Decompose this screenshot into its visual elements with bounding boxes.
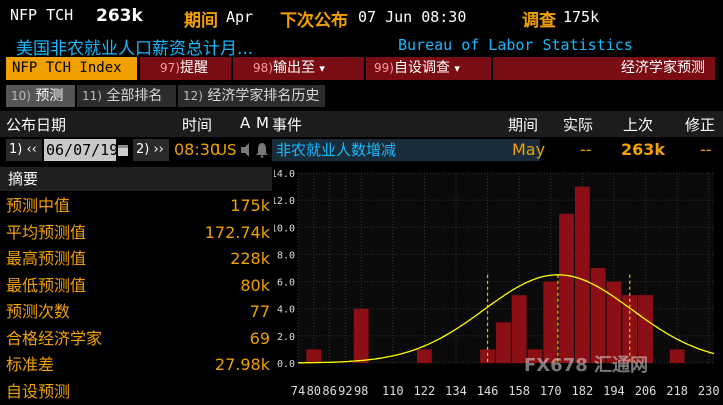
description-row: 美国非农就业人口薪资总计月... Bureau of Labor Statist… (0, 34, 723, 59)
tab-ranking-history[interactable]: 12) 经济学家排名历史 (178, 85, 326, 107)
x-tick-label: 86 (322, 384, 336, 398)
y-tick-label: 4.0 (277, 305, 295, 316)
summary-row: 标准差 27.98k (6, 355, 270, 374)
histogram-bar (511, 295, 527, 363)
histogram-svg: 0.0 2.0 4.0 6.0 8.0 10.0 12.0 14.0 7480869298 110… (271, 169, 720, 398)
watermark: FX678 汇通网 (524, 355, 648, 376)
event-country: US (216, 141, 237, 159)
custom-survey-button[interactable]: 99)自设调查 ▾ (366, 57, 492, 80)
bell-icon[interactable] (256, 139, 270, 161)
output-button[interactable]: 98)输出至 ▾ (233, 57, 365, 80)
chevron-down-icon: ▾ (454, 62, 460, 75)
ticker: NFP TCH (10, 6, 74, 24)
survey-label: 调查 (522, 11, 556, 31)
event-prior: 263k (621, 140, 666, 159)
histogram-bar (590, 268, 606, 363)
x-tick-label: 74 (291, 384, 305, 398)
col-actual: 实际 (563, 116, 594, 134)
x-tick-label: 170 (540, 384, 562, 398)
event-time: 08:30 (174, 140, 221, 159)
summary-row: 预测次数 77 (6, 302, 270, 321)
period-value: Apr (226, 8, 254, 26)
summary-title: 摘要 (0, 167, 272, 191)
histogram-bar (543, 281, 559, 363)
table-header: 公布日期 时间 A M 事件 期间 实际 上次 修正 (0, 111, 723, 137)
histogram-bar (638, 295, 653, 363)
y-tick-label: 14.0 (274, 169, 295, 180)
chevron-down-icon: ▾ (319, 62, 325, 75)
y-tick-label: 8.0 (277, 250, 295, 261)
histogram-bar (306, 349, 322, 363)
x-tick-label: 110 (382, 384, 404, 398)
x-tick-label: 194 (603, 384, 625, 398)
histogram-bar (495, 322, 511, 363)
summary-row: 最高预测值 228k (6, 249, 270, 268)
x-tick-label: 158 (508, 384, 530, 398)
x-tick-label: 230 (698, 384, 720, 398)
col-a: A (240, 114, 251, 132)
index-field[interactable]: NFP TCH Index (6, 57, 138, 80)
alert-button[interactable]: 97)提醒 (140, 57, 232, 80)
x-tick-label: 122 (414, 384, 436, 398)
survey-value: 175k (563, 8, 600, 26)
tab-bar: 10) 预测 11) 全部排名 12) 经济学家排名历史 (0, 84, 723, 108)
col-m: M (256, 114, 269, 132)
summary-row: 预测中值 175k (6, 196, 270, 215)
col-event: 事件 (272, 116, 303, 134)
header-row: NFP TCH 263k 期间 Apr 下次公布 07 Jun 08:30 调查… (0, 0, 723, 34)
source: Bureau of Labor Statistics (398, 36, 633, 54)
tab-all-rankings[interactable]: 11) 全部排名 (77, 85, 177, 107)
next-date-button[interactable]: 2) ›› (133, 139, 169, 161)
x-tick-label: 98 (354, 384, 368, 398)
prev-date-button[interactable]: 1) ‹‹ (6, 139, 42, 161)
col-period: 期间 (508, 116, 539, 134)
col-date: 公布日期 (6, 116, 67, 134)
histogram-bar (574, 186, 590, 363)
y-tick-label: 10.0 (274, 223, 295, 234)
period-label: 期间 (184, 11, 218, 31)
x-tick-label: 134 (445, 384, 467, 398)
summary-table: 预测中值 175k 平均预测值 172.74k 最高预测值 228k 最低预测值 80k… (0, 193, 272, 405)
tab-forecast[interactable]: 10) 预测 (6, 85, 76, 107)
y-tick-label: 6.0 (277, 278, 295, 289)
event-period: May (512, 140, 546, 159)
date-field[interactable]: 06/07/19 (44, 139, 118, 161)
x-tick-label: 80 (307, 384, 321, 398)
x-tick-label: 206 (635, 384, 657, 398)
next-release-label: 下次公布 (280, 11, 348, 31)
event-revised: -- (700, 140, 712, 159)
col-revised: 修正 (685, 116, 716, 134)
histogram-bar (416, 349, 432, 363)
x-tick-label: 146 (477, 384, 499, 398)
x-tick-label: 182 (572, 384, 594, 398)
x-tick-label: 218 (666, 384, 688, 398)
summary-row[interactable]: 自设预测 (0, 379, 272, 405)
event-name[interactable]: 非农就业人数增减 (272, 139, 540, 161)
next-release-value: 07 Jun 08:30 (358, 8, 467, 26)
description: 美国非农就业人口薪资总计月... (16, 39, 254, 59)
histogram-bar (669, 349, 685, 363)
summary-row: 平均预测值 172.74k (6, 222, 270, 242)
y-tick-label: 2.0 (277, 332, 295, 343)
calendar-icon[interactable] (117, 139, 131, 161)
summary-row: 最低预测值 80k (6, 275, 270, 295)
speaker-icon[interactable] (240, 139, 254, 161)
function-title: 经济学家预测 (493, 57, 716, 80)
histogram-bar (353, 308, 369, 363)
function-bar: NFP TCH Index 97)提醒 98)输出至 ▾ 99)自设调查 ▾ 经… (0, 57, 723, 81)
y-tick-label: 12.0 (274, 196, 295, 207)
histogram-bar (559, 213, 574, 363)
col-prior: 上次 (623, 116, 654, 134)
summary-row: 合格经济学家 69 (6, 328, 270, 348)
header-value: 263k (96, 6, 143, 26)
forecast-histogram: 0.0 2.0 4.0 6.0 8.0 10.0 12.0 14.0 7480869298 110… (271, 167, 723, 405)
event-row: 1) ‹‹ 06/07/19 2) ›› 08:30 US 非农就业人数增减 M… (0, 137, 723, 163)
y-tick-label: 0.0 (277, 359, 295, 370)
event-actual: -- (580, 140, 592, 159)
x-tick-label: 92 (338, 384, 352, 398)
col-time: 时间 (182, 116, 213, 134)
